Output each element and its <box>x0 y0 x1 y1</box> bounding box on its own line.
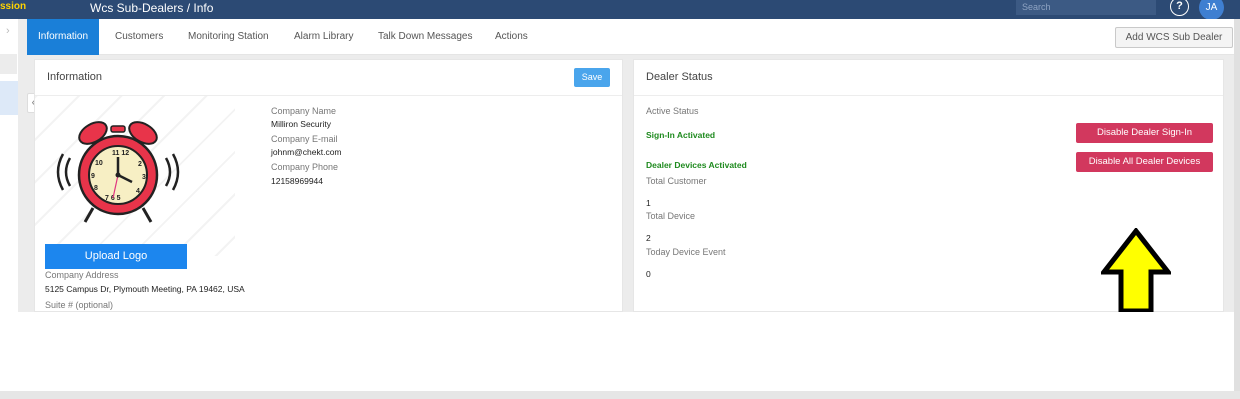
company-phone-label: Company Phone <box>271 162 339 172</box>
company-email-label: Company E-mail <box>271 134 338 144</box>
dealer-status-panel-header: Dealer Status <box>634 60 1223 96</box>
help-icon[interactable]: ? <box>1170 0 1189 16</box>
company-email-value: johnm@chekt.com <box>271 147 342 157</box>
tab-bar: Information Customers Monitoring Station… <box>27 19 1234 55</box>
svg-text:3: 3 <box>142 174 146 181</box>
save-button[interactable]: Save <box>574 68 610 87</box>
alarm-clock-logo: 11 12 2 3 4 7 6 5 8 9 10 <box>56 121 180 223</box>
information-panel-header: Information Save <box>35 60 622 96</box>
panel-title: Dealer Status <box>646 71 713 83</box>
tab-talk-down-messages[interactable]: Talk Down Messages <box>378 19 472 55</box>
today-event-value: 0 <box>646 269 651 279</box>
information-panel: Information Save 11 12 2 3 4 7 6 5 8 9 1… <box>34 59 623 312</box>
svg-text:4: 4 <box>136 188 140 195</box>
tab-alarm-library[interactable]: Alarm Library <box>294 19 353 55</box>
page-title: Wcs Sub-Dealers / Info <box>90 1 214 15</box>
today-event-label: Today Device Event <box>646 247 726 257</box>
top-bar: ssion Wcs Sub-Dealers / Info ? JA <box>0 0 1240 20</box>
total-device-value: 2 <box>646 233 651 243</box>
svg-text:11 12: 11 12 <box>112 150 129 157</box>
tab-monitoring-station[interactable]: Monitoring Station <box>188 19 269 55</box>
active-status-label: Active Status <box>646 106 699 116</box>
company-phone-value: 12158969944 <box>271 176 324 186</box>
company-address-label: Company Address <box>45 270 119 280</box>
add-wcs-sub-dealer-button[interactable]: Add WCS Sub Dealer <box>1115 27 1233 48</box>
company-address-value: 5125 Campus Dr, Plymouth Meeting, PA 194… <box>45 284 245 294</box>
sidebar-item[interactable] <box>0 54 17 74</box>
disable-all-dealer-devices-button[interactable]: Disable All Dealer Devices <box>1076 152 1213 172</box>
suite-label: Suite # (optional) <box>45 300 114 310</box>
tab-customers[interactable]: Customers <box>115 19 163 55</box>
search-input[interactable] <box>1016 0 1156 15</box>
disable-dealer-sign-in-button[interactable]: Disable Dealer Sign-In <box>1076 123 1213 143</box>
content-bottom-area <box>0 312 1234 391</box>
company-name-label: Company Name <box>271 106 337 116</box>
devices-status: Dealer Devices Activated <box>646 160 747 170</box>
total-customer-value: 1 <box>646 198 651 208</box>
svg-text:2: 2 <box>138 161 142 168</box>
sign-in-status: Sign-In Activated <box>646 130 716 140</box>
total-customer-label: Total Customer <box>646 176 707 186</box>
bottom-border <box>0 391 1240 399</box>
tab-information[interactable]: Information <box>27 19 99 55</box>
svg-text:10: 10 <box>95 160 103 167</box>
arrow-up-icon <box>1101 228 1171 314</box>
tab-actions[interactable]: Actions <box>495 19 528 55</box>
svg-text:9: 9 <box>91 173 95 180</box>
scrollbar-track[interactable] <box>1234 19 1240 391</box>
avatar[interactable]: JA <box>1199 0 1224 20</box>
svg-text:8: 8 <box>94 185 98 192</box>
upload-logo-button[interactable]: Upload Logo <box>45 244 187 269</box>
panel-title: Information <box>47 71 103 83</box>
chevron-right-icon[interactable]: › <box>6 25 10 37</box>
brand-text: ssion <box>0 1 27 12</box>
sidebar-item-active[interactable] <box>0 81 18 115</box>
total-device-label: Total Device <box>646 211 696 221</box>
company-name-value: Milliron Security <box>271 119 331 129</box>
